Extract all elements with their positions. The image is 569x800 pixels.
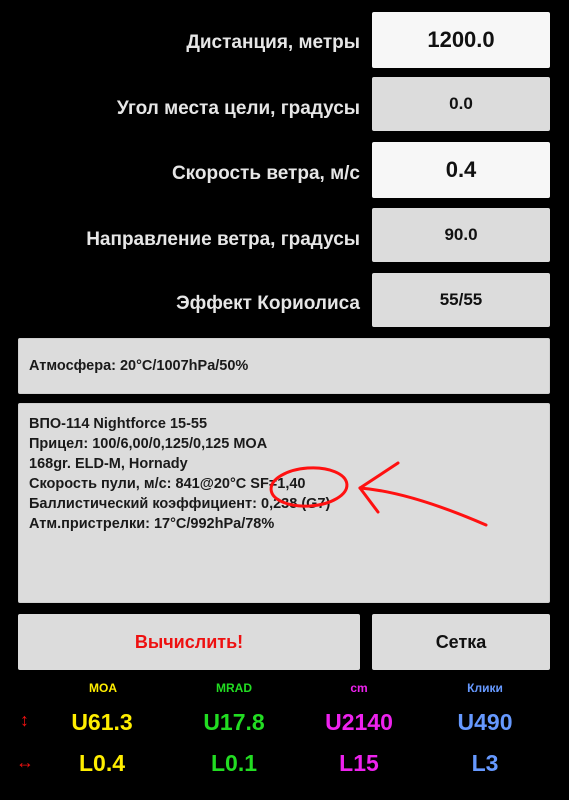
up-moa-value: U61.3 [71, 709, 133, 735]
left-mrad-value: L0.1 [210, 750, 258, 776]
calculate-button[interactable]: Вычислить! [18, 614, 360, 670]
header-moa: MOA [89, 681, 117, 695]
target-angle-field[interactable]: 0.0 [372, 77, 550, 131]
info-bullet: 168gr. ELD-M, Hornady [29, 456, 188, 472]
up-mrad-value: U17.8 [203, 709, 265, 735]
coriolis-field[interactable]: 55/55 [372, 273, 550, 327]
atmosphere-text: Атмосфера: 20°C/1007hPa/50% [29, 358, 249, 374]
coriolis-label: Эффект Кориолиса [176, 293, 360, 314]
left-moa-value: L0.4 [78, 750, 126, 776]
header-cm: cm [350, 681, 368, 695]
weapon-profile-panel[interactable]: ВПО-114 Nightforce 15-55 Прицел: 100/6,0… [18, 403, 550, 603]
atmosphere-button[interactable]: Атмосфера: 20°C/1007hPa/50% [18, 338, 550, 394]
left-clicks-value: L3 [471, 750, 499, 776]
grid-button[interactable]: Сетка [372, 614, 550, 670]
info-zero-atmosphere: Атм.пристрелки: 17°C/992hPa/78% [29, 516, 275, 532]
header-clicks: Клики [467, 681, 503, 695]
left-right-arrow-icon: ↔ [16, 752, 34, 772]
info-rifle: ВПО-114 Nightforce 15-55 [29, 416, 208, 432]
up-clicks-value: U490 [457, 709, 513, 735]
distance-label: Дистанция, метры [186, 32, 360, 53]
wind-direction-field[interactable]: 90.0 [372, 208, 550, 262]
target-angle-label: Угол места цели, градусы [116, 98, 360, 119]
distance-field[interactable]: 1200.0 [372, 12, 550, 68]
up-down-arrow-icon: ↕ [20, 710, 29, 730]
info-scope: Прицел: 100/6,00/0,125/0,125 MOA [29, 436, 268, 452]
header-mrad: MRAD [216, 681, 252, 695]
info-ballistic-coefficient: Баллистический коэффициент: 0,238 (G7) [29, 496, 331, 512]
left-cm-value: L15 [339, 750, 379, 776]
info-muzzle-velocity: Скорость пули, м/с: 841@20°C SF=1,40 [29, 476, 306, 492]
wind-speed-label: Скорость ветра, м/с [171, 163, 360, 184]
up-cm-value: U2140 [325, 709, 393, 735]
wind-direction-label: Направление ветра, градусы [86, 229, 360, 250]
wind-speed-field[interactable]: 0.4 [372, 142, 550, 198]
